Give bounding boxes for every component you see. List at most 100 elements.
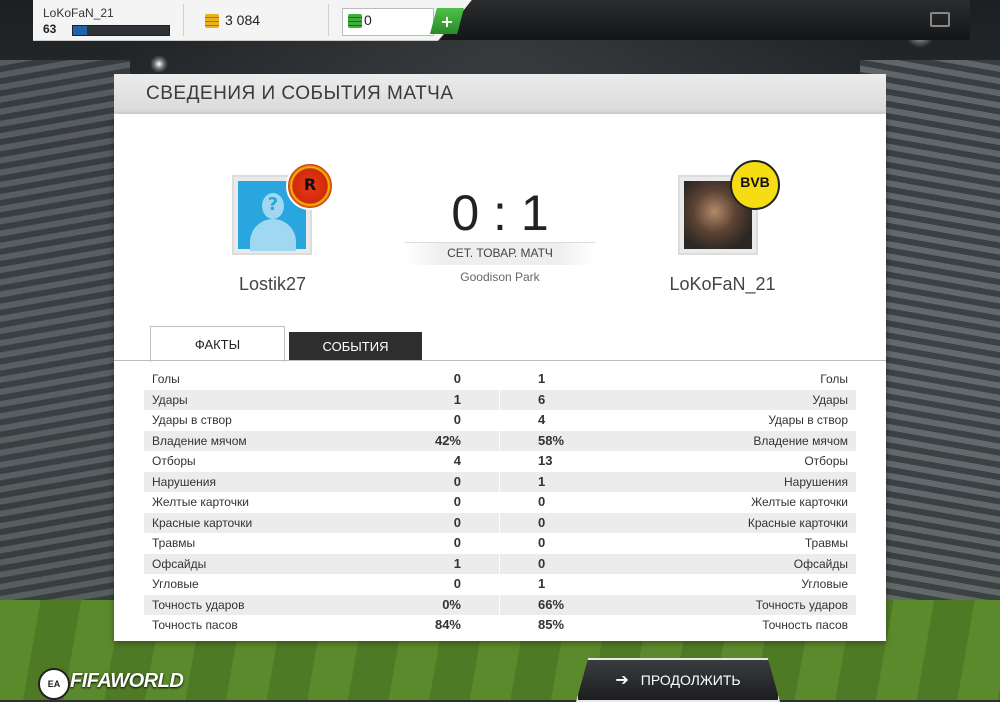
stat-label-away: Отборы: [804, 454, 848, 468]
stats-row: Желтые карточки 0 0 Желтые карточки: [144, 492, 856, 513]
stat-label-home: Нарушения: [152, 474, 217, 489]
stat-label-home: Угловые: [152, 577, 199, 591]
stat-label-away: Красные карточки: [747, 515, 848, 530]
stat-value-home: 0: [453, 371, 461, 386]
away-badge-text: BVB: [740, 174, 770, 190]
divider: [183, 4, 184, 36]
stat-label-away: Нарушения: [783, 474, 848, 489]
arrow-right-icon: ➔: [615, 672, 629, 689]
stat-value-home: 0: [453, 514, 461, 530]
stat-value-away: 13: [538, 453, 553, 468]
stat-value-home: 1: [453, 391, 461, 407]
stat-label-home: Удары: [152, 392, 188, 407]
stats-row: Удары в створ 0 4 Удары в створ: [144, 410, 856, 431]
top-bar: LoKoFaN_21 63 3 084 0 +: [0, 0, 1000, 42]
stat-label-home: Точность ударов: [152, 597, 245, 612]
continue-button[interactable]: ➔ ПРОДОЛЖИТЬ: [576, 658, 780, 702]
stadium-name: Goodison Park: [460, 270, 540, 284]
away-club-badge-icon: BVB: [730, 160, 780, 210]
panel-title: СВЕДЕНИЯ И СОБЫТИЯ МАТЧА: [146, 83, 454, 104]
stat-value-away: 0: [538, 514, 546, 530]
stats-row: Угловые 0 1 Угловые: [144, 574, 856, 595]
home-club-badge-icon: R: [286, 162, 334, 210]
stat-label-home: Офсайды: [152, 556, 207, 571]
stat-label-away: Удары: [812, 392, 848, 407]
tab-facts[interactable]: ФАКТЫ: [150, 326, 285, 362]
points-count: 0: [364, 12, 372, 28]
stat-value-away: 6: [538, 391, 546, 407]
stat-value-home: 0: [453, 412, 461, 427]
stat-value-home: 1: [453, 555, 461, 571]
stat-label-home: Травмы: [152, 536, 196, 550]
stat-value-home: 0: [453, 535, 461, 550]
away-player-name: LoKoFaN_21: [669, 274, 776, 294]
username: LoKoFaN_21: [43, 6, 114, 20]
points-icon: [348, 14, 362, 28]
tabs-divider: [114, 360, 886, 361]
stat-label-home: Отборы: [152, 454, 196, 468]
stat-value-home: 0: [453, 494, 461, 509]
stat-value-home: 0: [453, 473, 461, 489]
stats-row: Отборы 4 13 Отборы: [144, 451, 856, 472]
match-type: СЕТ. ТОВАР. МАТЧ: [447, 246, 553, 260]
stat-value-home: 0: [453, 576, 461, 591]
stat-label-away: Точность пасов: [762, 618, 848, 632]
stat-value-away: 58%: [538, 432, 565, 448]
home-player-name: Lostik27: [238, 274, 307, 294]
divider: [328, 4, 329, 36]
stats-row: Удары 1 6 Удары: [144, 389, 856, 410]
stat-value-away: 1: [538, 371, 546, 386]
floodlight: [150, 55, 168, 73]
stands-left: [0, 60, 130, 620]
stat-label-away: Удары в створ: [768, 413, 848, 427]
stat-label-away: Угловые: [801, 577, 848, 591]
stat-label-away: Офсайды: [793, 556, 848, 571]
stat-label-away: Травмы: [804, 536, 848, 550]
match-score: 0 : 1: [451, 185, 549, 241]
stats-row: Травмы 0 0 Травмы: [144, 533, 856, 554]
avatar-silhouette-body: [250, 219, 296, 251]
stat-label-home: Владение мячом: [152, 433, 247, 448]
question-mark-icon: ?: [267, 194, 279, 215]
stat-value-away: 1: [538, 576, 546, 591]
stat-value-home: 4: [453, 453, 461, 468]
stat-value-away: 0: [538, 494, 546, 509]
level: 63: [43, 22, 57, 36]
top-bar-dark-area: [440, 0, 970, 40]
stat-value-away: 0: [538, 535, 546, 550]
xp-bar-fill: [73, 26, 88, 35]
stats-row: Нарушения 0 1 Нарушения: [144, 471, 856, 492]
xp-bar: [72, 25, 170, 36]
stat-label-away: Желтые карточки: [751, 495, 848, 509]
stat-value-away: 0: [538, 555, 546, 571]
stat-label-home: Точность пасов: [152, 618, 238, 632]
ea-sports-logo: EA: [38, 668, 70, 700]
stats-column-divider: [499, 369, 500, 635]
stats-row: Владение мячом 42% 58% Владение мячом: [144, 430, 856, 451]
stats-row: Офсайды 1 0 Офсайды: [144, 553, 856, 574]
stat-value-away: 66%: [538, 596, 565, 612]
stats-row: Точность ударов 0% 66% Точность ударов: [144, 594, 856, 615]
stat-value-home: 84%: [434, 617, 461, 632]
home-badge-letter: R: [303, 175, 317, 194]
stat-label-away: Владение мячом: [753, 433, 848, 448]
stat-value-away: 4: [538, 412, 546, 427]
camera-icon[interactable]: [930, 12, 950, 27]
stats-table: Голы 0 1 Голы Удары 1 6 Удары Удары в створ 0 4 Уда…: [144, 369, 856, 636]
stats-row: Точность пасов 84% 85% Точность пасов: [144, 615, 856, 636]
stat-value-away: 1: [538, 473, 546, 489]
stat-label-home: Голы: [152, 372, 180, 386]
coins-count: 3 084: [225, 12, 261, 28]
stat-label-away: Голы: [820, 372, 848, 386]
stat-label-home: Удары в створ: [152, 413, 232, 427]
continue-label: ПРОДОЛЖИТЬ: [640, 672, 741, 688]
tab-events[interactable]: СОБЫТИЯ: [289, 332, 422, 360]
coins-icon: [205, 14, 219, 28]
stats-row: Красные карточки 0 0 Красные карточки: [144, 512, 856, 533]
stats-row: Голы 0 1 Голы: [144, 369, 856, 390]
stat-label-away: Точность ударов: [755, 597, 848, 612]
fifa-world-logo: FIFAWORLD: [70, 670, 184, 692]
stat-value-away: 85%: [538, 617, 565, 632]
stat-value-home: 42%: [434, 432, 461, 448]
stat-label-home: Желтые карточки: [152, 495, 249, 509]
